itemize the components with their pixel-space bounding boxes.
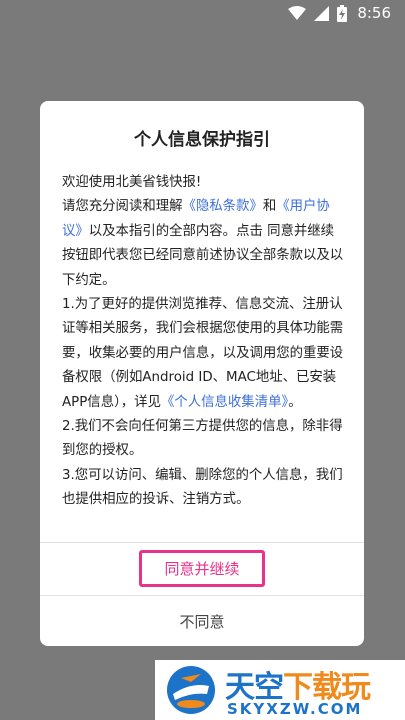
greeting-text: 欢迎使用北美省钱快报! [62,175,202,190]
privacy-dialog: 个人信息保护指引 欢迎使用北美省钱快报! 请您充分阅读和理解《隐私条款》和《用户… [40,101,364,646]
clause-1-text: 1.为了更好的提供浏览推荐、信息交流、注册认证等相关服务，我们会根据您使用的具体… [62,297,344,410]
watermark: 天空下载玩 SKYXZW.COM [155,660,405,720]
watermark-en: SKYXZW.COM [227,700,363,718]
clause-1: 1.为了更好的提供浏览推荐、信息交流、注册认证等相关服务，我们会根据您使用的具体… [62,293,346,415]
status-time: 8:56 [357,4,391,22]
agreement-paragraph: 请您充分阅读和理解《隐私条款》和《用户协议》以及本指引的全部内容。点击 同意并继… [62,195,346,293]
privacy-policy-link[interactable]: 《隐私条款》 [183,199,263,214]
wifi-icon [288,6,307,20]
agreement-text-2: 和 [262,199,277,215]
screen: 8:56 个人信息保护指引 欢迎使用北美省钱快报! 请您充分阅读和理解《隐私条款… [0,0,405,720]
agree-row: 同意并继续 [40,542,364,595]
status-icons: 8:56 [288,4,391,22]
disagree-button[interactable]: 不同意 [173,610,230,633]
agreement-text-1: 请您充分阅读和理解 [62,199,183,215]
watermark-logo-icon [161,664,221,720]
info-collection-list-link[interactable]: 《个人信息收集清单》 [161,395,288,410]
disagree-row: 不同意 [40,596,364,646]
signal-icon [314,5,330,21]
battery-charging-icon [337,4,348,22]
agreement-text-3: 以及本指引的全部内容。点击 同意并继续 按钮即代表您已经同意前述协议全部条款以及… [62,223,344,288]
clause-1-end: 。 [288,394,302,410]
dialog-body: 欢迎使用北美省钱快报! 请您充分阅读和理解《隐私条款》和《用户协议》以及本指引的… [62,171,346,513]
agree-continue-button[interactable]: 同意并继续 [139,550,265,587]
status-bar: 8:56 [0,0,405,28]
dialog-title: 个人信息保护指引 [134,130,270,150]
clause-3: 3.您可以访问、编辑、删除您的个人信息，我们也提供相应的投诉、注销方式。 [62,467,343,508]
clause-2: 2.我们不会向任何第三方提供您的信息，除非得到您的授权。 [62,419,343,459]
